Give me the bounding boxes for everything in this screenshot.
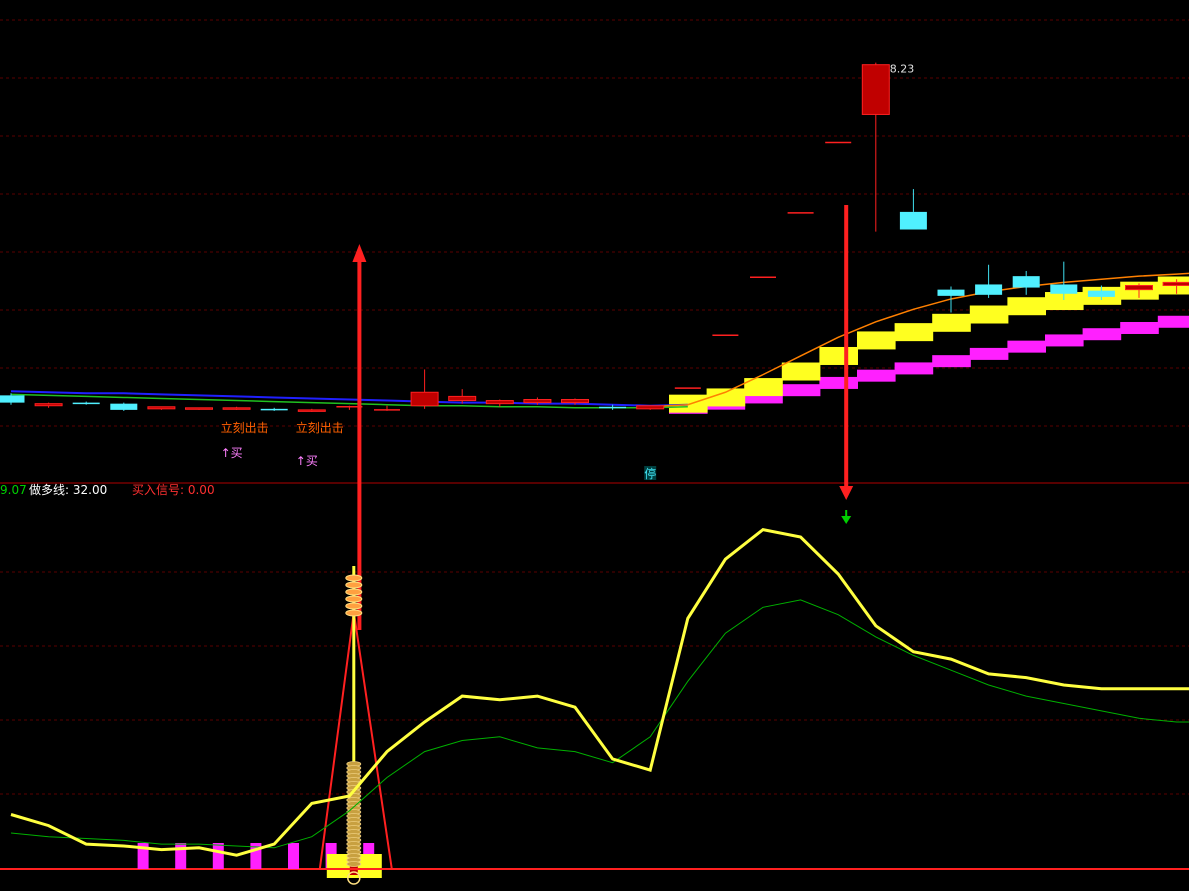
candle-body xyxy=(599,406,627,409)
coin-top xyxy=(345,595,363,603)
coin-top xyxy=(345,609,363,617)
legend-item: 9.07 xyxy=(0,483,27,497)
band-lower-step xyxy=(894,362,934,375)
signal-label: 立刻出击 xyxy=(221,420,269,435)
band-upper-step xyxy=(819,346,858,365)
band-upper-step xyxy=(706,388,746,407)
band-lower-step xyxy=(781,384,821,397)
band-lower-step xyxy=(1157,315,1189,328)
candle-body xyxy=(636,405,665,410)
candle-body xyxy=(185,407,213,410)
band-upper-step xyxy=(781,362,821,381)
candle-body xyxy=(937,289,965,296)
signal-label: ↑买 xyxy=(221,446,243,460)
max-price-label: 8.23 xyxy=(890,63,915,76)
indicator-panel[interactable] xyxy=(0,510,1189,885)
candle-body xyxy=(297,409,326,412)
coin-stack xyxy=(346,861,362,867)
band-lower-step xyxy=(932,355,971,368)
band-upper-step xyxy=(1007,297,1046,316)
coin-top xyxy=(345,602,363,610)
band-lower-step xyxy=(1007,340,1046,353)
candle-body xyxy=(861,64,890,115)
candle-body xyxy=(147,406,176,410)
signal-label: ↑买 xyxy=(296,454,318,468)
candle-body xyxy=(899,211,927,230)
coin-top xyxy=(345,588,363,596)
legend-item: 做多线: 32.00 xyxy=(29,482,107,497)
magenta-bar xyxy=(175,843,187,869)
candle-body xyxy=(485,400,514,405)
chart-canvas: 8.23 立刻出击 立刻出击 ↑买 ↑买停 9.07 做多线: 32.00 买入信号: 0.… xyxy=(0,19,1189,885)
price-panel[interactable]: 8.23 立刻出击 立刻出击 ↑买 ↑买停 xyxy=(0,63,1189,630)
band-upper-step xyxy=(932,313,971,332)
coin-top xyxy=(345,581,363,589)
legend-item: 买入信号: 0.00 xyxy=(132,483,215,497)
candle-body xyxy=(561,399,589,404)
signal-label: 停 xyxy=(644,466,656,481)
candle-body xyxy=(1050,284,1078,294)
candle-body xyxy=(523,399,552,404)
candle-body xyxy=(260,408,288,411)
band-lower-step xyxy=(1045,334,1084,347)
band-lower-step xyxy=(969,347,1009,360)
magenta-bar xyxy=(212,843,224,869)
band-lower-step xyxy=(1082,328,1122,341)
indicator-legend: 9.07 做多线: 32.00 买入信号: 0.00 xyxy=(0,482,215,497)
candle-body xyxy=(34,403,63,407)
band-lower-step xyxy=(857,369,896,382)
candle-body xyxy=(975,284,1003,295)
indicator-green-line xyxy=(10,599,1189,849)
candle-body xyxy=(222,407,251,410)
candle-body xyxy=(448,395,477,402)
band-upper-step xyxy=(857,331,896,350)
candle-body xyxy=(0,395,25,403)
band-upper-step xyxy=(894,323,934,342)
down-arrow-head xyxy=(839,486,854,500)
candle-body xyxy=(1162,281,1189,286)
band-lower-step xyxy=(1120,321,1159,334)
up-arrow-head xyxy=(352,244,367,262)
grid-lines xyxy=(0,19,1189,795)
coin-top xyxy=(345,574,363,582)
band-upper-step xyxy=(969,305,1009,324)
candle-body xyxy=(1125,284,1153,291)
candle-body xyxy=(410,391,439,407)
magenta-bar xyxy=(288,843,299,869)
band-upper-step xyxy=(669,394,708,413)
candle-body xyxy=(1087,290,1115,297)
candle-body xyxy=(110,403,138,410)
band-lower-step xyxy=(819,376,858,389)
sell-marker-head xyxy=(841,516,852,524)
stock-chart-window: 8.23 立刻出击 立刻出击 ↑买 ↑买停 9.07 做多线: 32.00 买入信号: 0.… xyxy=(0,0,1189,887)
candle-body xyxy=(72,402,100,405)
signal-label: 立刻出击 xyxy=(296,420,344,435)
candle-body xyxy=(1012,276,1040,288)
